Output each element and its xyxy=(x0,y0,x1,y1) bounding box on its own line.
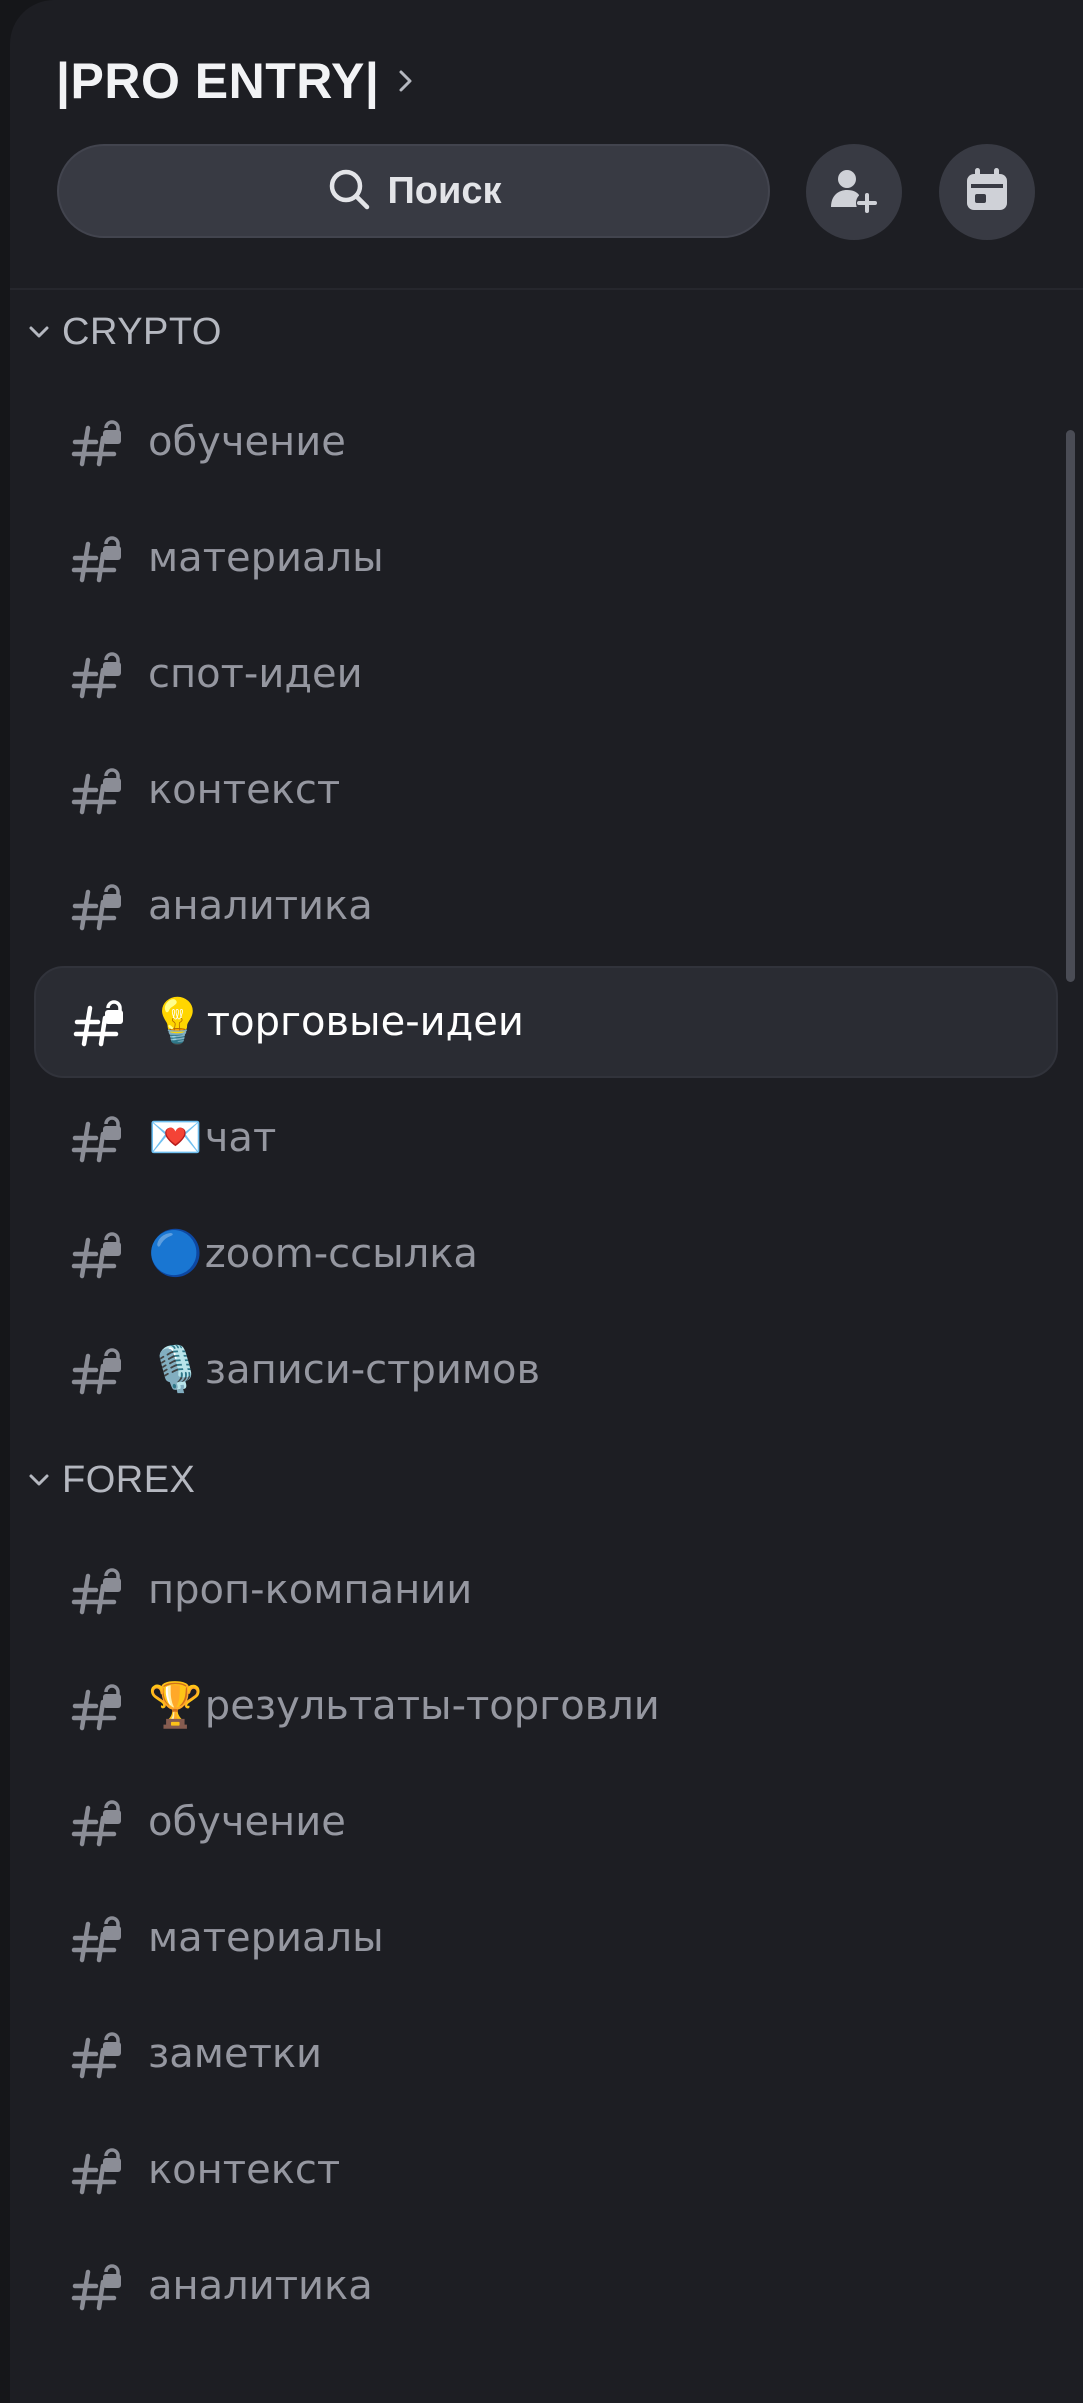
channel-item[interactable]: обучение xyxy=(34,386,1058,498)
channel-item[interactable]: проп-компании xyxy=(34,1534,1058,1646)
channel-item[interactable]: материалы xyxy=(34,1882,1058,1994)
channel-name: обучение xyxy=(148,419,346,465)
channel-item[interactable]: материалы xyxy=(34,502,1058,614)
channel-name: zoom-ссылка xyxy=(204,1231,478,1277)
channel-list[interactable]: CRYPTO обучение материалы спот-идеи контекст… xyxy=(10,290,1083,2403)
channel-name: спот-идеи xyxy=(148,651,363,697)
chevron-down-icon xyxy=(24,317,54,347)
channel-emoji: 💡 xyxy=(150,996,205,1047)
locked-hashtag-icon xyxy=(72,994,128,1050)
channel-item[interactable]: аналитика xyxy=(34,2230,1058,2342)
category-crypto[interactable]: CRYPTO xyxy=(10,302,222,362)
channel-name: проп-компании xyxy=(148,1567,473,1613)
add-member-icon xyxy=(827,163,881,221)
scrollbar[interactable] xyxy=(1066,430,1075,982)
locked-hashtag-icon xyxy=(70,1226,126,1282)
channel-name: материалы xyxy=(148,535,384,581)
events-button[interactable] xyxy=(939,144,1035,240)
channel-name: записи-стримов xyxy=(204,1347,541,1393)
calendar-icon xyxy=(961,164,1013,220)
channel-item[interactable]: контекст xyxy=(34,734,1058,846)
chevron-right-icon xyxy=(393,68,419,94)
channel-emoji: 🎙️ xyxy=(148,1344,203,1395)
locked-hashtag-icon xyxy=(70,878,126,934)
channel-sidebar: |PRO ENTRY| Поиск CRYPTO обучение матери… xyxy=(10,0,1083,2403)
invite-members-button[interactable] xyxy=(806,144,902,240)
channel-item[interactable]: 🎙️ записи-стримов xyxy=(34,1314,1058,1426)
channel-emoji: 💌 xyxy=(148,1112,203,1163)
server-header: |PRO ENTRY| Поиск xyxy=(10,0,1083,290)
category-label: FOREX xyxy=(62,1458,196,1501)
locked-hashtag-icon xyxy=(70,2026,126,2082)
locked-hashtag-icon xyxy=(70,1794,126,1850)
channel-name: заметки xyxy=(148,2031,323,2077)
channel-name: аналитика xyxy=(148,2263,373,2309)
locked-hashtag-icon xyxy=(70,530,126,586)
category-forex[interactable]: FOREX xyxy=(10,1450,195,1510)
channel-item[interactable]: заметки xyxy=(34,1998,1058,2110)
search-label: Поиск xyxy=(387,169,502,212)
channel-item[interactable]: контекст xyxy=(34,2114,1058,2226)
locked-hashtag-icon xyxy=(70,414,126,470)
channel-name: торговые-идеи xyxy=(206,999,524,1045)
server-title: |PRO ENTRY| xyxy=(56,53,380,109)
locked-hashtag-icon xyxy=(70,762,126,818)
channel-item[interactable]: 💌 чат xyxy=(34,1082,1058,1194)
channel-item[interactable]: 🔵 zoom-ссылка xyxy=(34,1198,1058,1310)
channel-name: результаты-торговли xyxy=(204,1683,660,1729)
channel-item[interactable]: обучение xyxy=(34,1766,1058,1878)
category-label: CRYPTO xyxy=(62,310,222,353)
channel-emoji: 🔵 xyxy=(148,1228,203,1279)
channel-item[interactable]: аналитика xyxy=(34,850,1058,962)
channel-item[interactable]: 💡 торговые-идеи xyxy=(34,966,1058,1078)
locked-hashtag-icon xyxy=(70,646,126,702)
locked-hashtag-icon xyxy=(70,1562,126,1618)
channel-item[interactable]: 🏆 результаты-торговли xyxy=(34,1650,1058,1762)
server-name-button[interactable]: |PRO ENTRY| xyxy=(56,52,419,110)
channel-name: чат xyxy=(204,1115,277,1161)
locked-hashtag-icon xyxy=(70,1678,126,1734)
channel-name: аналитика xyxy=(148,883,373,929)
channel-emoji: 🏆 xyxy=(148,1680,203,1731)
locked-hashtag-icon xyxy=(70,1342,126,1398)
locked-hashtag-icon xyxy=(70,1910,126,1966)
search-icon xyxy=(325,165,373,217)
locked-hashtag-icon xyxy=(70,2258,126,2314)
chevron-down-icon xyxy=(24,1465,54,1495)
search-button[interactable]: Поиск xyxy=(57,144,770,238)
locked-hashtag-icon xyxy=(70,1110,126,1166)
locked-hashtag-icon xyxy=(70,2142,126,2198)
channel-item[interactable]: спот-идеи xyxy=(34,618,1058,730)
channel-name: обучение xyxy=(148,1799,346,1845)
channel-name: материалы xyxy=(148,1915,384,1961)
channel-name: контекст xyxy=(148,767,341,813)
channel-name: контекст xyxy=(148,2147,341,2193)
